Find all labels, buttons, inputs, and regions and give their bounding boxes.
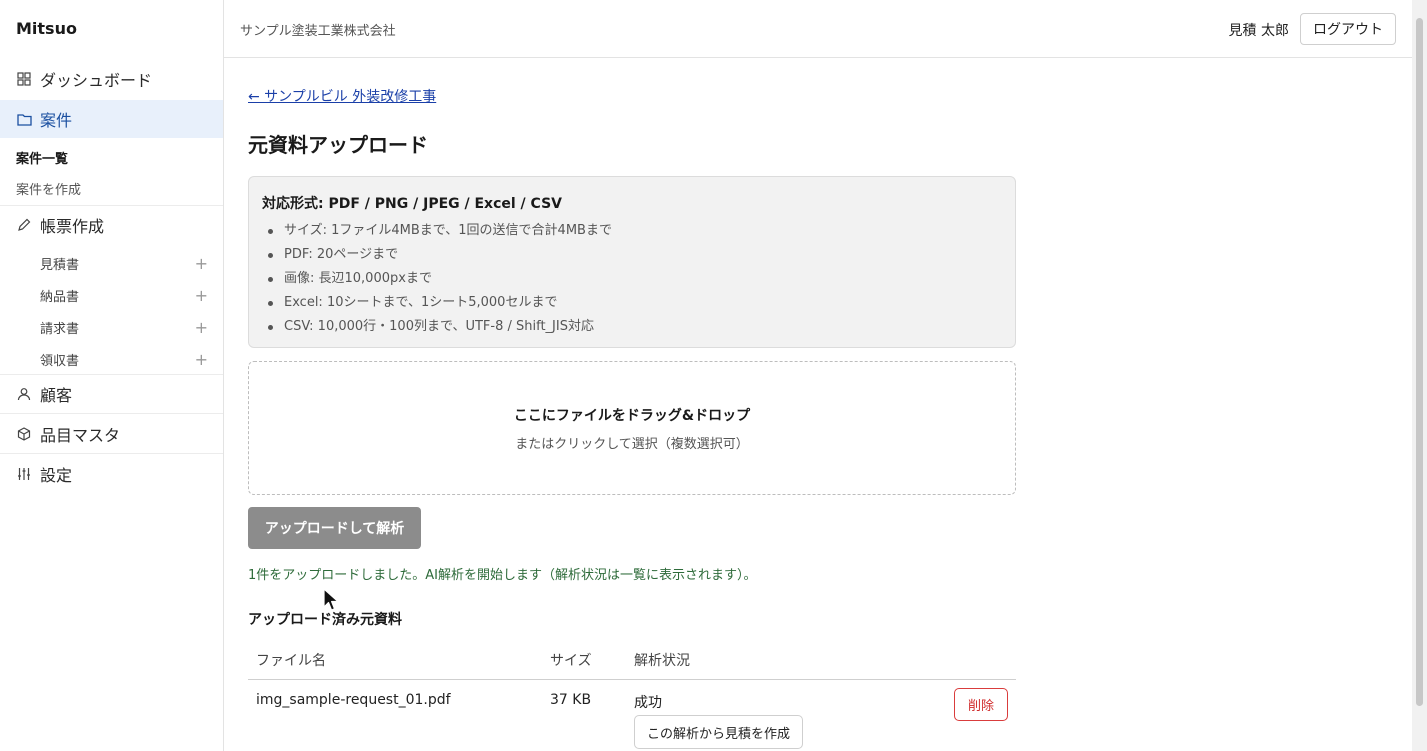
upload-and-analyze-button[interactable]: アップロードして解析 [248,507,421,549]
sidebar-divider [0,413,223,414]
list-item: 画像: 長辺10,000pxまで [262,267,612,291]
file-size: 37 KB [550,692,592,708]
delete-button[interactable]: 削除 [954,688,1008,721]
sidebar-item-label: ダッシュボード [40,71,153,90]
list-item: PDF: 20ページまで [262,243,612,267]
box-icon [16,426,32,442]
plus-icon[interactable]: + [195,318,208,337]
uploaded-files-title: アップロード済み元資料 [248,612,402,628]
list-item: サイズ: 1ファイル4MBまで、1回の送信で合計4MBまで [262,219,612,243]
upload-success-message: 1件をアップロードしました。AI解析を開始します（解析状況は一覧に表示されます）… [248,568,757,583]
user-name: 見積 太郎 [1228,23,1289,39]
table-row: img_sample-request_01.pdf 37 KB 成功 この解析か… [248,680,1016,751]
back-link[interactable]: ← サンプルビル 外装改修工事 [248,86,436,106]
sidebar-item-label: 設定 [40,466,73,485]
scrollbar-thumb[interactable] [1416,18,1423,706]
folder-icon [16,111,32,127]
sidebar-item-label: 帳票作成 [40,217,105,236]
grid-icon [16,71,32,87]
sidebar-item-projects[interactable]: 案件 [0,100,223,138]
form-label: 納品書 [40,290,80,305]
form-label: 見積書 [40,258,80,273]
plus-icon[interactable]: + [195,350,208,369]
column-header-filename: ファイル名 [256,653,326,669]
column-header-status: 解析状況 [634,653,690,669]
sidebar-item-create-project[interactable]: 案件を作成 [16,179,81,198]
sidebar-item-project-list[interactable]: 案件一覧 [16,148,68,167]
form-label: 領収書 [40,354,80,369]
sidebar-item-label: 案件 [40,111,73,130]
format-info-box: 対応形式: PDF / PNG / JPEG / Excel / CSV サイズ… [248,176,1016,348]
sidebar-form-quote[interactable]: 見積書 + [40,254,208,273]
table-header: ファイル名 サイズ 解析状況 [248,640,1016,680]
plus-icon[interactable]: + [195,286,208,305]
sidebar-divider [0,453,223,454]
company-name: サンプル塗装工業株式会社 [240,24,396,39]
sidebar-item-label: 顧客 [40,386,73,405]
sliders-icon [16,466,32,482]
form-label: 請求書 [40,322,80,337]
plus-icon[interactable]: + [195,254,208,273]
sidebar-item-forms[interactable]: 帳票作成 [0,206,223,244]
dropzone-subtitle: またはクリックして選択（複数選択可） [515,437,749,452]
user-icon [16,386,32,402]
app-brand: Mitsuo [16,19,77,38]
sidebar-form-receipt[interactable]: 領収書 + [40,350,208,369]
list-item: Excel: 10シートまで、1シート5,000セルまで [262,291,612,315]
column-header-size: サイズ [550,653,592,669]
file-dropzone[interactable]: ここにファイルをドラッグ&ドロップ またはクリックして選択（複数選択可） [248,361,1016,495]
create-quote-from-analysis-button[interactable]: この解析から見積を作成 [634,715,804,749]
file-name: img_sample-request_01.pdf [256,692,451,708]
sidebar-item-items-master[interactable]: 品目マスタ [0,415,223,453]
format-info-list: サイズ: 1ファイル4MBまで、1回の送信で合計4MBまで PDF: 20ページ… [262,219,612,339]
list-item: CSV: 10,000行・100列まで、UTF-8 / Shift_JIS対応 [262,315,612,339]
page-title: 元資料アップロード [248,133,428,157]
top-header: サンプル塗装工業株式会社 見積 太郎 ログアウト [224,0,1412,58]
mouse-cursor-icon [323,588,339,611]
sidebar-item-customers[interactable]: 顧客 [0,375,223,413]
sidebar: Mitsuo ダッシュボード 案件 案件一覧 案件を作成 帳票作成 見積書 + … [0,0,224,751]
dropzone-title: ここにファイルをドラッグ&ドロップ [513,408,751,424]
sidebar-item-label: 品目マスタ [40,426,121,445]
sidebar-item-settings[interactable]: 設定 [0,455,223,493]
logout-button[interactable]: ログアウト [1300,13,1396,45]
sidebar-item-dashboard[interactable]: ダッシュボード [0,60,223,98]
pencil-icon [16,217,32,233]
sidebar-form-delivery[interactable]: 納品書 + [40,286,208,305]
format-info-title: 対応形式: PDF / PNG / JPEG / Excel / CSV [262,196,562,212]
sidebar-form-invoice[interactable]: 請求書 + [40,318,208,337]
analysis-status: 成功 [634,695,662,711]
scrollbar[interactable] [1412,0,1427,751]
